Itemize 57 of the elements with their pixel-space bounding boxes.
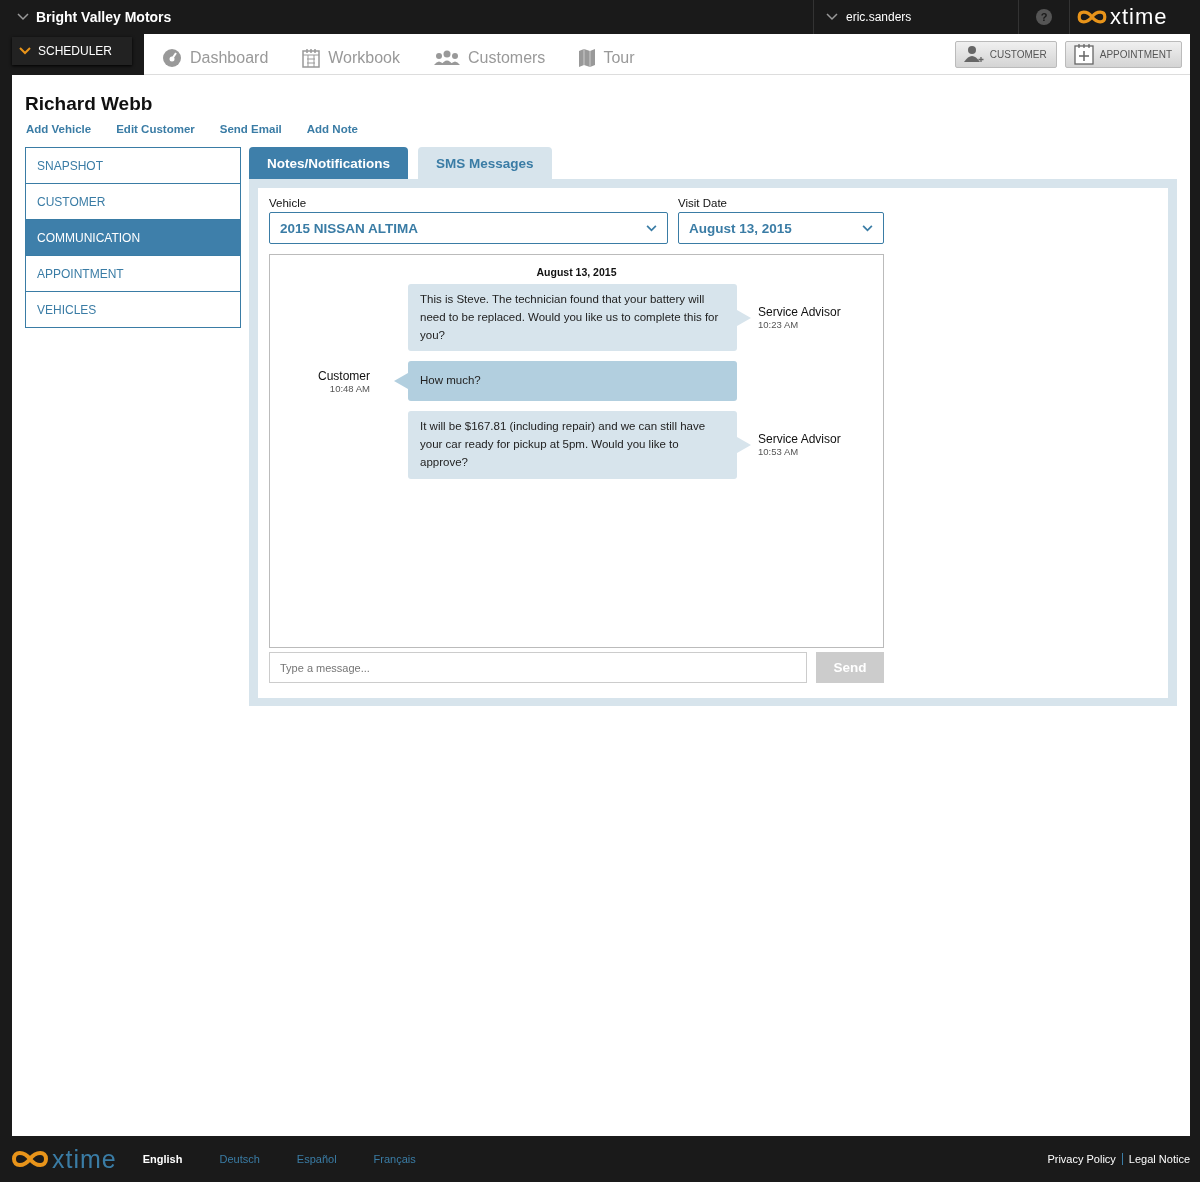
person-add-icon — [963, 45, 984, 63]
action-link[interactable]: Edit Customer — [116, 123, 195, 135]
nav-link[interactable]: Customers — [434, 41, 546, 67]
scheduler-menu-button[interactable]: SCHEDULER — [12, 37, 132, 65]
tab[interactable]: SMS Messages — [418, 147, 552, 179]
dealer-name[interactable]: Bright Valley Motors — [36, 9, 172, 25]
sender-name: Service Advisor — [758, 305, 841, 320]
nav-link[interactable]: Tour — [579, 41, 635, 67]
field-label: Visit Date — [678, 197, 728, 209]
bubble-tail — [737, 436, 751, 453]
footer-link[interactable]: Privacy Policy — [1047, 1153, 1116, 1165]
calendar-plus-icon — [1073, 43, 1094, 65]
language-link[interactable]: Deutsch — [219, 1153, 260, 1165]
infinity-logo-icon — [10, 1149, 50, 1169]
user-name[interactable]: eric.sanders — [846, 10, 912, 24]
add-button[interactable]: CUSTOMER — [954, 40, 1057, 68]
infinity-logo-icon — [1076, 9, 1108, 25]
message-time: 10:48 AM — [329, 382, 370, 394]
customer-name: Richard Webb — [25, 93, 154, 115]
chevron-down-icon[interactable] — [17, 13, 29, 21]
sidebar-item[interactable]: COMMUNICATION — [26, 220, 240, 256]
chevron-down-icon — [19, 47, 31, 55]
language-link[interactable]: Français — [373, 1153, 416, 1165]
nav-link[interactable]: Dashboard — [162, 40, 269, 68]
vehicle-dropdown[interactable]: 2015 NISSAN ALTIMA — [269, 212, 668, 244]
add-button[interactable]: APPOINTMENT — [1064, 40, 1182, 68]
bubble-tail — [737, 309, 751, 326]
message-input[interactable]: Type a message... — [269, 652, 807, 683]
chevron-down-icon — [862, 224, 873, 232]
language-link[interactable]: English — [142, 1153, 183, 1165]
nav-link[interactable]: Workbook — [302, 40, 400, 68]
people-icon — [434, 50, 460, 66]
chevron-down-icon — [646, 224, 657, 232]
action-link[interactable]: Send Email — [219, 123, 282, 135]
visit-date-dropdown[interactable]: August 13, 2015 — [678, 212, 884, 244]
field-label: Vehicle — [269, 197, 308, 209]
chevron-down-icon[interactable] — [826, 13, 838, 21]
gauge-icon — [162, 48, 182, 68]
message-time: 10:53 AM — [758, 446, 800, 458]
action-link[interactable]: Add Note — [306, 123, 358, 135]
logo-text: xtime — [1110, 4, 1168, 30]
bubble-tail — [394, 373, 408, 390]
conversation-date: August 13, 2015 — [535, 266, 618, 278]
help-button[interactable]: ? — [1036, 9, 1052, 25]
message-time: 10:23 AM — [758, 319, 800, 331]
action-link[interactable]: Add Vehicle — [26, 123, 92, 135]
logo-text: xtime — [52, 1144, 117, 1174]
sender-name: Customer — [318, 368, 370, 383]
map-icon — [579, 49, 596, 67]
message-bubble: This is Steve. The technician found that your battery will need to be replaced. Would you like us to complete this for you? — [408, 284, 737, 352]
message-bubble: How much? — [408, 361, 737, 402]
footer-link[interactable]: Legal Notice — [1128, 1153, 1190, 1165]
calendar-icon — [302, 48, 321, 68]
sender-name: Service Advisor — [758, 432, 841, 447]
tab[interactable]: Notes/Notifications — [249, 147, 408, 179]
message-bubble: It will be $167.81 (including repair) and we can still have your car ready for pickup at 5pm. Would you like to approve? — [408, 411, 737, 479]
language-link[interactable]: Español — [296, 1153, 337, 1165]
